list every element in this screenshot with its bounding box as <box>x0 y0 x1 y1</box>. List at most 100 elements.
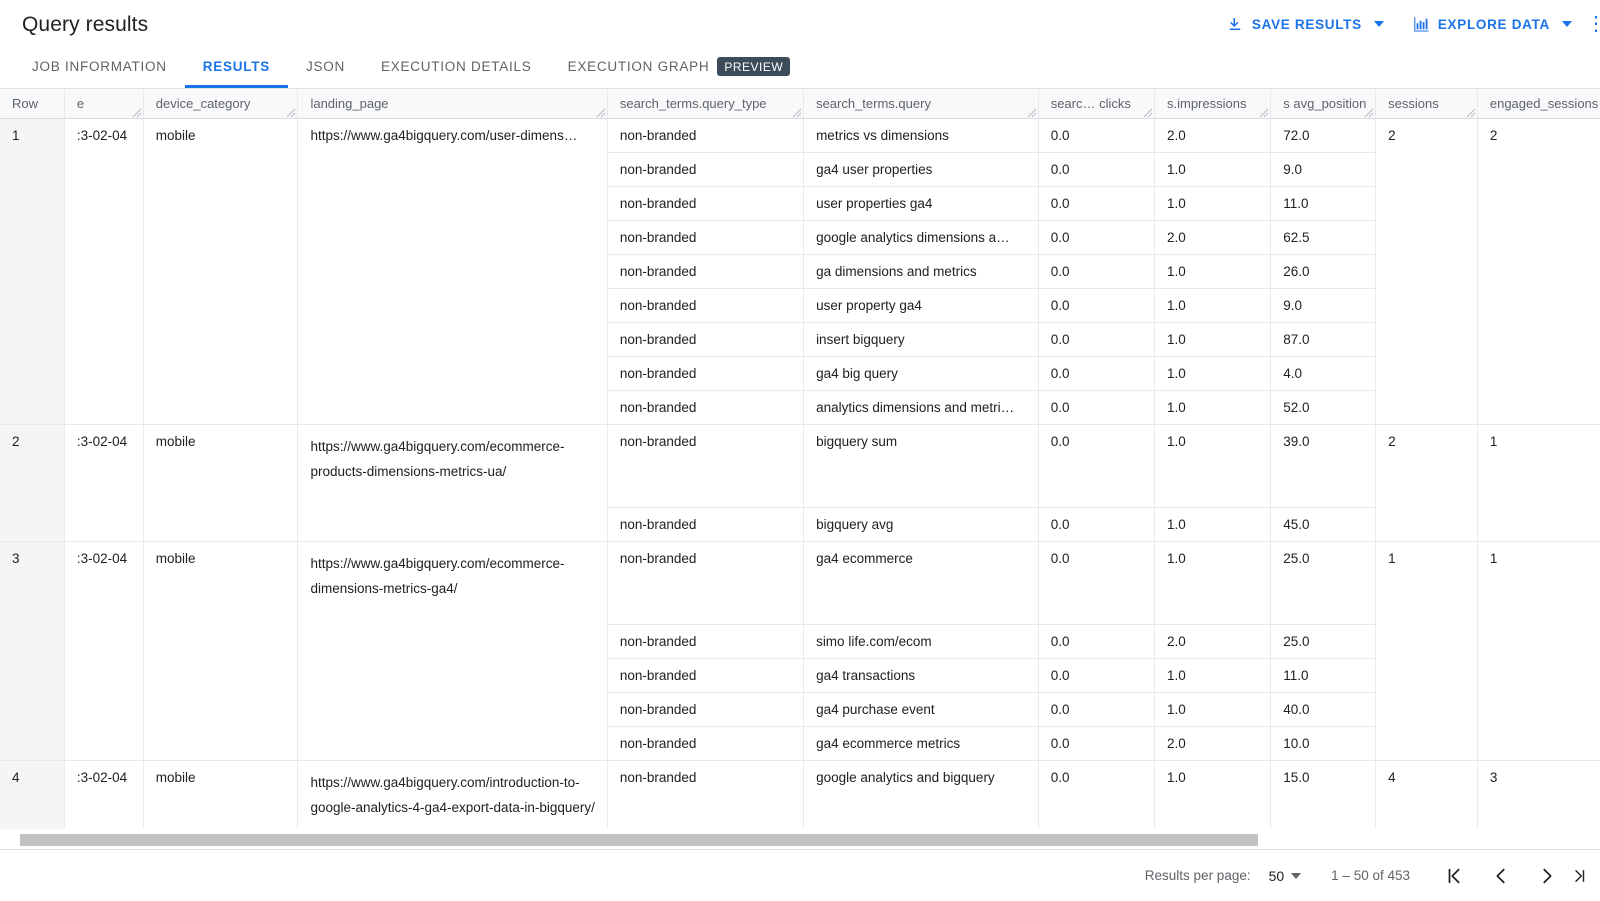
column-header-label: Row <box>12 96 38 111</box>
cell-avg-position: 87.0 <box>1271 322 1376 356</box>
cell-text: 1.0 <box>1167 770 1186 785</box>
chevron-right-icon[interactable] <box>1524 856 1570 896</box>
column-resize-handle[interactable] <box>1259 108 1269 118</box>
cell-text: 0.0 <box>1051 332 1070 347</box>
cell-clicks: 0.0 <box>1038 390 1154 424</box>
cell-text: 0.0 <box>1051 230 1070 245</box>
column-header-avg-position[interactable]: s avg_position <box>1271 89 1376 118</box>
table-header-row: Row e device_category <box>0 89 1600 118</box>
cell-text: google analytics and bigquery <box>816 770 995 785</box>
horizontal-scrollbar[interactable] <box>0 829 1600 849</box>
cell-query: ga dimensions and metrics <box>804 254 1039 288</box>
column-header-date[interactable]: e <box>64 89 143 118</box>
column-header-label: s.impressions <box>1167 96 1246 111</box>
top-header: Query results SAVE RESULTS <box>0 0 1600 48</box>
cell-clicks: 0.0 <box>1038 507 1154 541</box>
table-row[interactable]: 3:3-02-04mobilehttps://www.ga4bigquery.c… <box>0 541 1600 624</box>
cell-engaged-sessions: 2 <box>1477 118 1600 424</box>
cell-row-number: 1 <box>0 118 64 424</box>
last-page-icon[interactable] <box>1570 856 1594 896</box>
page-range-label: 1 – 50 of 453 <box>1331 868 1410 883</box>
column-header-label: search_terms.query <box>816 96 931 111</box>
column-resize-handle[interactable] <box>792 108 802 118</box>
tab-execution-details[interactable]: EXECUTION DETAILS <box>363 48 550 88</box>
explore-data-button[interactable]: EXPLORE DATA <box>1398 9 1586 39</box>
tab-results[interactable]: RESULTS <box>185 48 288 88</box>
explore-data-label: EXPLORE DATA <box>1438 17 1550 32</box>
cell-text: 2.0 <box>1167 634 1186 649</box>
save-results-button[interactable]: SAVE RESULTS <box>1212 9 1398 39</box>
results-per-page-select[interactable]: 50 <box>1269 868 1302 884</box>
cell-text: analytics dimensions and metri… <box>816 400 1014 415</box>
column-header-landing-page[interactable]: landing_page <box>298 89 607 118</box>
column-header-query-type[interactable]: search_terms.query_type <box>607 89 803 118</box>
header-actions: SAVE RESULTS EXPLORE DATA ⋮ <box>1212 9 1600 39</box>
cell-avg-position: 9.0 <box>1271 288 1376 322</box>
chevron-down-icon <box>1562 21 1572 27</box>
cell-clicks: 0.0 <box>1038 541 1154 624</box>
cell-text: 3 <box>12 551 20 566</box>
cell-text: 25.0 <box>1283 634 1309 649</box>
cell-query-type: non-branded <box>607 254 803 288</box>
cell-query: user properties ga4 <box>804 186 1039 220</box>
query-results-panel: Query results SAVE RESULTS <box>0 0 1600 901</box>
page-navigation <box>1432 856 1594 896</box>
cell-query-type: non-branded <box>607 322 803 356</box>
cell-text: https://www.ga4bigquery.com/ecommerce-pr… <box>310 439 564 480</box>
cell-text: 1.0 <box>1167 551 1186 566</box>
cell-text: 0.0 <box>1051 551 1070 566</box>
pagination-bar: Results per page: 50 1 – 50 of 453 <box>0 849 1600 901</box>
cell-text: 1.0 <box>1167 400 1186 415</box>
tab-job-information[interactable]: JOB INFORMATION <box>14 48 185 88</box>
cell-impressions: 1.0 <box>1154 658 1270 692</box>
cell-query: bigquery avg <box>804 507 1039 541</box>
cell-impressions: 2.0 <box>1154 726 1270 760</box>
results-table-container[interactable]: Row e device_category <box>0 89 1600 849</box>
column-header-device-category[interactable]: device_category <box>143 89 298 118</box>
column-resize-handle[interactable] <box>596 108 606 118</box>
tab-json[interactable]: JSON <box>288 48 363 88</box>
cell-text: 2 <box>1388 128 1396 143</box>
column-header-sessions[interactable]: sessions <box>1376 89 1478 118</box>
tab-execution-graph[interactable]: EXECUTION GRAPH PREVIEW <box>550 48 809 88</box>
save-results-label: SAVE RESULTS <box>1252 17 1362 32</box>
column-resize-handle[interactable] <box>132 108 142 118</box>
cell-text: 25.0 <box>1283 551 1309 566</box>
column-resize-handle[interactable] <box>1143 108 1153 118</box>
cell-text: 62.5 <box>1283 230 1309 245</box>
more-vert-icon[interactable]: ⋮ <box>1586 14 1600 34</box>
column-resize-handle[interactable] <box>1466 108 1476 118</box>
first-page-icon[interactable] <box>1432 856 1478 896</box>
cell-query-type: non-branded <box>607 658 803 692</box>
cell-text: 1.0 <box>1167 162 1186 177</box>
cell-text: 1 <box>12 128 20 143</box>
table-header: Row e device_category <box>0 89 1600 118</box>
column-header-engaged-sessions[interactable]: engaged_sessions <box>1477 89 1600 118</box>
column-header-clicks[interactable]: searc… clicks <box>1038 89 1154 118</box>
column-resize-handle[interactable] <box>1027 108 1037 118</box>
cell-engaged-sessions: 1 <box>1477 424 1600 541</box>
column-resize-handle[interactable] <box>1364 108 1374 118</box>
cell-text: non-branded <box>620 128 697 143</box>
column-header-impressions[interactable]: s.impressions <box>1154 89 1270 118</box>
chevron-left-icon[interactable] <box>1478 856 1524 896</box>
cell-text: user property ga4 <box>816 298 922 313</box>
cell-clicks: 0.0 <box>1038 186 1154 220</box>
cell-clicks: 0.0 <box>1038 322 1154 356</box>
column-resize-handle[interactable] <box>286 108 296 118</box>
scrollbar-thumb[interactable] <box>20 834 1258 846</box>
table-row[interactable]: 2:3-02-04mobilehttps://www.ga4bigquery.c… <box>0 424 1600 507</box>
cell-avg-position: 62.5 <box>1271 220 1376 254</box>
cell-landing-page: https://www.ga4bigquery.com/ecommerce-di… <box>298 541 607 760</box>
column-header-row[interactable]: Row <box>0 89 64 118</box>
cell-clicks: 0.0 <box>1038 424 1154 507</box>
cell-text: non-branded <box>620 400 697 415</box>
cell-text: non-branded <box>620 770 697 785</box>
cell-text: non-branded <box>620 230 697 245</box>
cell-query-type: non-branded <box>607 692 803 726</box>
cell-text: 1.0 <box>1167 366 1186 381</box>
scrollbar-track[interactable] <box>20 834 1588 846</box>
column-header-query[interactable]: search_terms.query <box>804 89 1039 118</box>
cell-impressions: 2.0 <box>1154 220 1270 254</box>
table-row[interactable]: 1:3-02-04mobilehttps://www.ga4bigquery.c… <box>0 118 1600 152</box>
